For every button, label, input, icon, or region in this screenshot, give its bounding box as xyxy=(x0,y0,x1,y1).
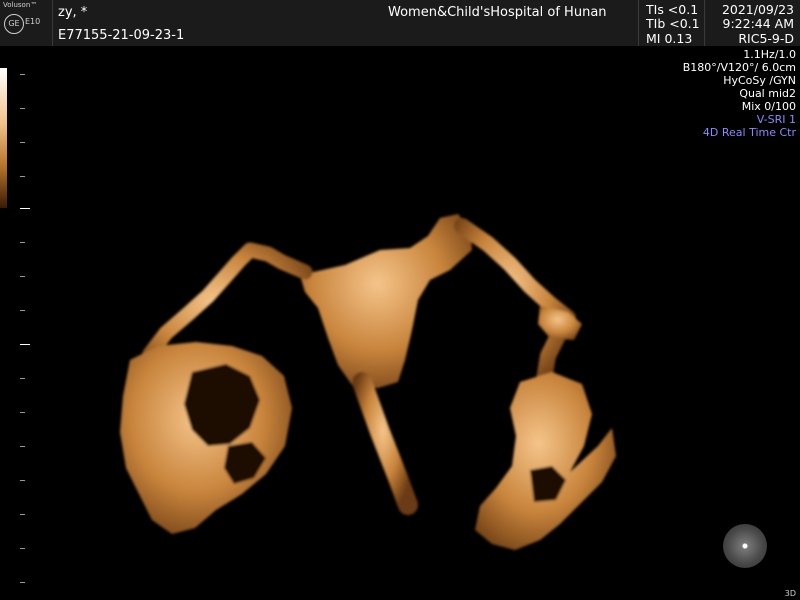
metric-tis: TIs <0.1 xyxy=(646,2,699,17)
mode-label: 3D xyxy=(784,589,796,598)
4d-volume-render xyxy=(120,214,616,550)
metric-tib: TIb <0.1 xyxy=(646,16,700,31)
header-divider xyxy=(638,0,639,46)
exam-time: 9:22:44 AM xyxy=(722,16,795,31)
ge-logo-icon: GE xyxy=(4,14,24,34)
orientation-ball-icon[interactable] xyxy=(723,524,767,568)
exam-date: 2021/09/23 xyxy=(721,2,794,17)
uterine-cavity xyxy=(300,214,472,388)
right-tube xyxy=(454,218,576,388)
patient-name: zy, * xyxy=(58,5,88,20)
model-label: E10 xyxy=(25,17,41,26)
header-bar: Voluson™ GE E10 zy, * E77155-21-09-23-1 … xyxy=(0,0,800,46)
right-ovary xyxy=(475,372,616,550)
exam-id: E77155-21-09-23-1 xyxy=(58,28,185,43)
brand-label: Voluson™ xyxy=(3,1,38,9)
probe-label: RIC5-9-D xyxy=(738,31,794,46)
hospital-name: Women&Child'sHospital of Hunan xyxy=(388,5,607,20)
header-divider xyxy=(704,0,705,46)
cervical-canal xyxy=(352,372,418,515)
brand-block: Voluson™ GE E10 xyxy=(0,0,53,46)
metric-mi: MI 0.13 xyxy=(646,31,693,46)
right-tube-knob xyxy=(538,306,582,340)
